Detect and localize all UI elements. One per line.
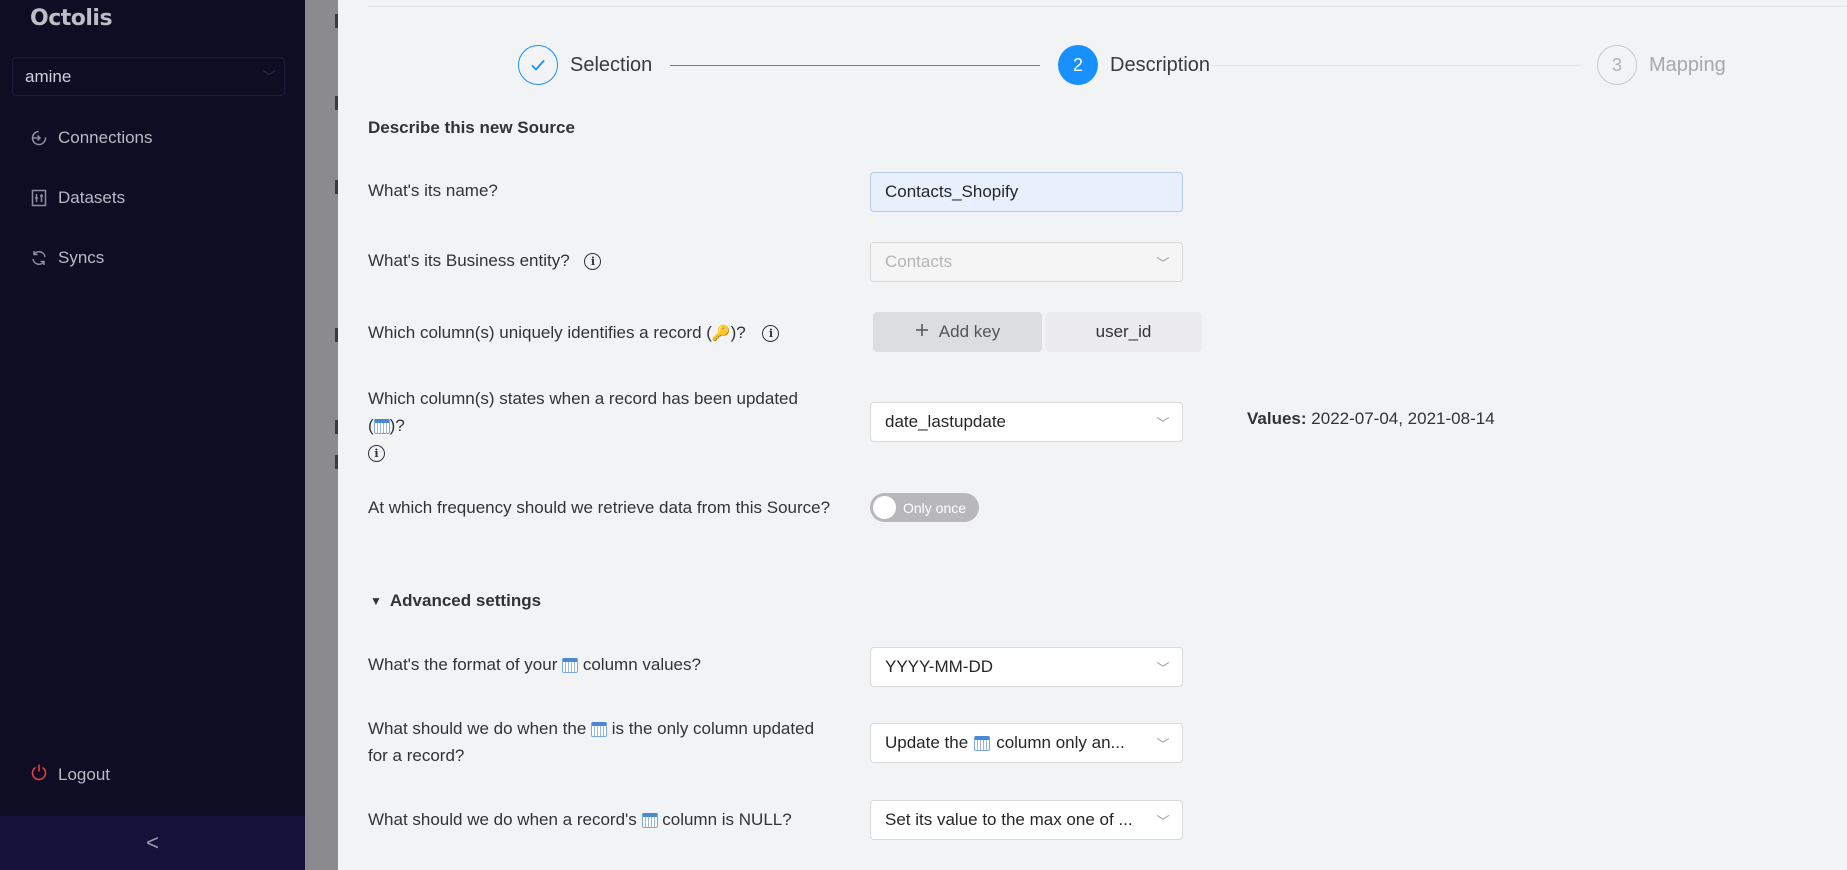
step-number: 3 xyxy=(1597,45,1637,85)
logout-label: Logout xyxy=(58,764,110,784)
key-question-text: Which column(s) uniquely identifies a re… xyxy=(368,323,712,342)
only-updated-question: What should we do when the is the only c… xyxy=(368,715,814,769)
chevron-down-icon: ﹀ xyxy=(1156,415,1170,431)
source-drawer: Selection 2 Description 3 Mapping Descri… xyxy=(338,0,1847,870)
entity-question-text: What's its Business entity? xyxy=(368,251,570,270)
account-select[interactable]: amine ﹀ xyxy=(12,57,285,96)
only-updated-question-mid: is the only column updated xyxy=(611,719,815,738)
chevron-down-icon: ﹀ xyxy=(1156,813,1170,829)
calendar-icon xyxy=(373,419,390,435)
only-updated-value-post: column only an... xyxy=(996,733,1125,752)
info-icon[interactable]: i xyxy=(368,445,385,463)
sidebar-item-label: Datasets xyxy=(58,188,126,207)
connections-icon xyxy=(30,129,48,147)
sidebar: Octolis amine ﹀ Connections Datasets Syn… xyxy=(0,0,305,870)
null-handling-select[interactable]: Set its value to the max one of ... ﹀ xyxy=(870,800,1183,840)
step-mapping: 3 Mapping xyxy=(1597,45,1726,85)
key-question: Which column(s) uniquely identifies a re… xyxy=(368,319,780,347)
update-question-open: ( xyxy=(368,416,374,435)
update-column-value: date_lastupdate xyxy=(885,412,1006,431)
step-selection[interactable]: Selection xyxy=(518,45,652,85)
syncs-icon xyxy=(30,249,48,267)
chevron-down-icon: ﹀ xyxy=(262,68,276,85)
update-question: Which column(s) states when a record has… xyxy=(368,385,798,466)
calendar-icon xyxy=(591,722,608,738)
entity-select: Contacts ﹀ xyxy=(870,242,1183,282)
name-value: Contacts_Shopify xyxy=(885,182,1019,201)
update-question-close: )? xyxy=(389,416,405,435)
step-connector xyxy=(1211,65,1581,66)
sidebar-collapse-button[interactable]: < xyxy=(0,816,305,870)
only-updated-question-line2: for a record? xyxy=(368,746,465,765)
sidebar-item-label: Syncs xyxy=(58,248,105,267)
plus-icon xyxy=(915,322,929,342)
key-question-end: )? xyxy=(730,323,746,342)
format-question-text: What's the format of your xyxy=(368,655,558,674)
null-question-text: What should we do when a record's xyxy=(368,810,637,829)
name-question: What's its name? xyxy=(368,181,498,200)
step-number: 2 xyxy=(1058,45,1098,85)
calendar-icon xyxy=(974,735,991,751)
step-label: Description xyxy=(1110,53,1211,76)
step-connector xyxy=(670,65,1040,66)
sidebar-item-datasets[interactable]: Datasets xyxy=(30,188,125,208)
sidebar-item-connections[interactable]: Connections xyxy=(30,128,153,148)
account-name: amine xyxy=(25,66,72,86)
entity-value: Contacts xyxy=(885,252,953,271)
update-question-line2: ()? xyxy=(368,412,798,439)
advanced-settings-toggle[interactable]: ▼ Advanced settings xyxy=(370,591,541,611)
values-text: 2022-07-04, 2021-08-14 xyxy=(1311,409,1495,428)
chevron-down-icon: ﹀ xyxy=(1156,255,1170,271)
logout-button[interactable]: Logout xyxy=(30,763,110,786)
key-tag[interactable]: user_id xyxy=(1045,312,1202,352)
modal-overlay[interactable] xyxy=(305,0,341,870)
caret-down-icon: ▼ xyxy=(370,594,382,608)
sidebar-item-label: Connections xyxy=(58,128,153,147)
format-question: What's the format of your column values? xyxy=(368,651,701,678)
null-handling-value: Set its value to the max one of ... xyxy=(885,810,1133,829)
chevron-down-icon: ﹀ xyxy=(1156,736,1170,752)
calendar-icon xyxy=(641,813,658,829)
info-icon[interactable]: i xyxy=(584,253,602,271)
step-label: Mapping xyxy=(1649,53,1726,76)
name-input[interactable]: Contacts_Shopify xyxy=(870,172,1183,212)
date-format-value: YYYY-MM-DD xyxy=(885,657,993,676)
format-question-end: column values? xyxy=(582,655,701,674)
datasets-icon xyxy=(30,189,48,207)
step-label: Selection xyxy=(570,53,653,76)
add-key-button[interactable]: Add key xyxy=(873,312,1042,352)
info-icon[interactable]: i xyxy=(762,325,780,343)
only-updated-value-pre: Update the xyxy=(885,733,969,752)
chevron-left-icon: < xyxy=(146,830,159,855)
add-key-label: Add key xyxy=(938,322,1001,341)
only-updated-value: Update the column only an... xyxy=(885,733,1144,753)
sample-values: Values: 2022-07-04, 2021-08-14 xyxy=(1247,409,1495,429)
toggle-knob xyxy=(873,496,896,519)
entity-question: What's its Business entity? i xyxy=(368,247,602,274)
update-question-line1: Which column(s) states when a record has… xyxy=(368,389,798,408)
update-column-select[interactable]: date_lastupdate ﹀ xyxy=(870,402,1183,442)
calendar-icon xyxy=(562,658,579,674)
chevron-down-icon: ﹀ xyxy=(1156,660,1170,676)
only-updated-select[interactable]: Update the column only an... ﹀ xyxy=(870,723,1183,763)
divider xyxy=(368,6,1847,7)
app-logo: Octolis xyxy=(30,6,113,31)
null-question: What should we do when a record's column… xyxy=(368,806,792,833)
frequency-toggle[interactable]: Only once xyxy=(870,493,979,522)
toggle-label: Only once xyxy=(903,499,967,516)
section-title: Describe this new Source xyxy=(368,118,575,137)
null-question-end: column is NULL? xyxy=(662,810,792,829)
advanced-settings-label: Advanced settings xyxy=(389,591,542,610)
power-icon xyxy=(30,763,48,786)
step-description: 2 Description xyxy=(1058,45,1210,85)
only-updated-question-text: What should we do when the xyxy=(368,719,587,738)
frequency-question: At which frequency should we retrieve da… xyxy=(368,498,831,517)
key-icon: 🔑 xyxy=(711,325,731,343)
date-format-select[interactable]: YYYY-MM-DD ﹀ xyxy=(870,647,1183,687)
values-label: Values: xyxy=(1247,409,1307,428)
check-icon xyxy=(518,45,558,85)
sidebar-item-syncs[interactable]: Syncs xyxy=(30,248,104,268)
